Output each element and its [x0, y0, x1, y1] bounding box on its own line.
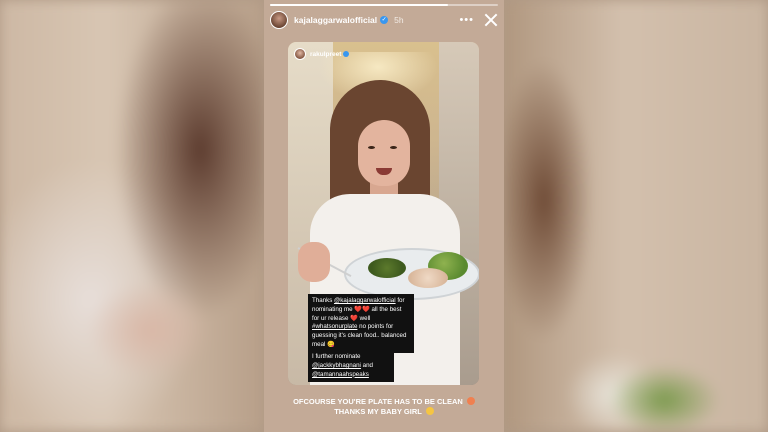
caption-well: well — [359, 314, 371, 322]
card-username[interactable]: rakulpreet — [310, 51, 341, 58]
person-hand — [298, 242, 330, 282]
reposted-story-card[interactable]: rakulpreet Thanks @kajalaggarwalofficial… — [288, 42, 479, 385]
story-timestamp: 5h — [394, 15, 404, 25]
nominate-mention-1[interactable]: @jackkybhagnani — [312, 362, 361, 369]
nominate-mention-2[interactable]: @tamannaahspeaks — [312, 371, 369, 378]
nominate-text: I further nominate — [312, 353, 361, 360]
person-eye-left — [368, 146, 375, 149]
food-greens — [368, 258, 406, 278]
story-reply-text: OFCOURSE YOU'RE PLATE HAS TO BE CLEAN TH… — [264, 397, 504, 417]
nominate-box: I further nominate @jackkybhagnani and @… — [308, 350, 394, 383]
card-user[interactable]: rakulpreet — [294, 48, 350, 60]
wink-tongue-emoji-icon — [425, 407, 434, 415]
reply-line-2: THANKS MY BABY GIRL — [334, 407, 422, 416]
caption-hearts: ❤️❤️ — [354, 305, 370, 313]
caption-box: Thanks @kajalaggarwalofficial for nomina… — [308, 294, 414, 353]
verified-badge-icon — [343, 51, 350, 57]
food-chicken — [408, 268, 448, 288]
heart-eyes-emoji-icon — [466, 397, 475, 405]
close-icon[interactable] — [484, 13, 498, 27]
story-panel[interactable]: kajalaggarwalofficial ✓ 5h ••• rakulpree… — [264, 0, 504, 432]
caption-thanks: Thanks — [312, 297, 333, 304]
story-progress-fill — [270, 4, 448, 6]
backdrop-right — [504, 0, 768, 432]
person-eye-right — [390, 146, 397, 149]
story-username[interactable]: kajalaggarwalofficial — [294, 15, 377, 25]
backdrop-left — [0, 0, 264, 432]
more-options-icon[interactable]: ••• — [459, 15, 474, 26]
nominate-and: and — [362, 361, 373, 369]
caption-hashtag[interactable]: #whatsonurplate — [312, 323, 357, 330]
avatar[interactable] — [270, 11, 288, 29]
person-face — [358, 120, 410, 186]
verified-badge-icon: ✓ — [380, 16, 389, 24]
caption-emoji: 😋 — [327, 340, 335, 348]
card-avatar[interactable] — [294, 48, 306, 60]
story-progress-bar — [270, 4, 498, 6]
reply-line-1: OFCOURSE YOU'RE PLATE HAS TO BE CLEAN — [293, 397, 463, 406]
story-header: kajalaggarwalofficial ✓ 5h ••• — [270, 10, 498, 30]
caption-mention[interactable]: @kajalaggarwalofficial — [334, 297, 396, 304]
caption-heart: ❤️ — [350, 314, 358, 322]
